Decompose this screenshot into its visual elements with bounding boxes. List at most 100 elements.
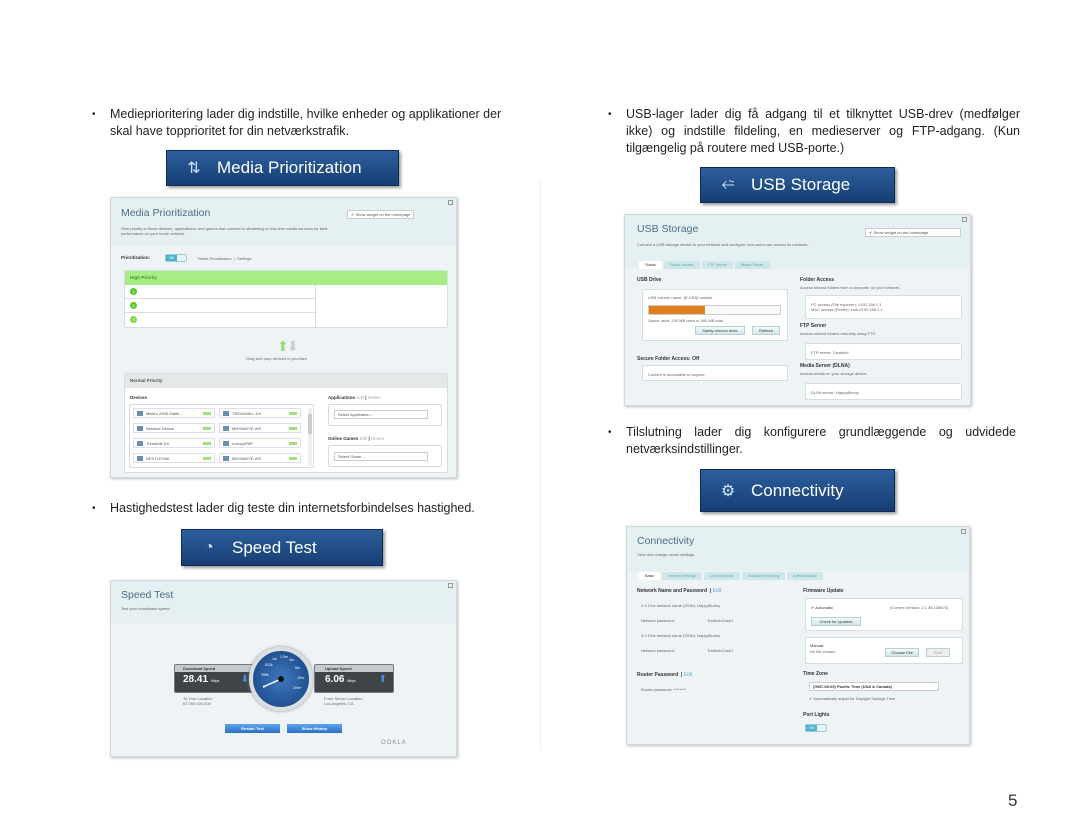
firmware-box: ✔ Automatic (Current Version: 2.1.38.138… (805, 598, 963, 631)
speed-test-banner: ◔ Speed Test (181, 529, 383, 566)
time-zone-select[interactable]: (GMT-08:00) Pacific Time (USA & Canada) (809, 682, 939, 691)
upload-panel: Upload Speed 6.06 Mbps ⬆ (314, 664, 394, 693)
svg-text:1m: 1m (272, 657, 277, 661)
reset-prioritization-link[interactable]: Reset Prioritization | Settings (198, 256, 252, 261)
restart-test-button[interactable]: Restart Test (225, 724, 280, 733)
bullet: • (92, 109, 96, 120)
banner-title: Speed Test (232, 537, 317, 557)
connectivity-tabs: Basic Internet Settings Local Network Ad… (639, 572, 824, 580)
banner-title: Media Prioritization (217, 158, 362, 177)
tab-media-server[interactable]: Media Server (734, 261, 770, 269)
bullet-media-prioritization: • Medieprioritering lader dig indstille,… (92, 106, 505, 140)
tab-folder-access[interactable]: Folder Access (663, 261, 700, 269)
tab-internet-settings[interactable]: Internet Settings (662, 572, 702, 580)
device-item[interactable]: Mikki's 2008 Galile... (133, 408, 215, 418)
ssid-row: 5.0 GHz network name (SSID): HappyBunny (641, 633, 721, 638)
router-password-heading: Router Password | Edit (637, 672, 693, 678)
svg-text:20m+: 20m+ (293, 686, 302, 690)
upload-note: From Server Location: Los Angeles, CA (324, 696, 364, 706)
secure-folder-heading: Secure Folder Access: Off (637, 356, 700, 362)
panel-title: Speed Test (121, 589, 174, 601)
show-widget-checkbox[interactable]: ✔ Show widget on the homepage (865, 228, 961, 237)
speed-gauge: 0 256k 512k 1m 1.5m 3m 5m 10m 20m+ (249, 647, 313, 711)
edit-link[interactable]: Edit (713, 588, 722, 594)
select-application[interactable]: Select Application... (334, 410, 428, 419)
tab-ftp-server[interactable]: FTP Server (701, 261, 733, 269)
close-icon[interactable] (961, 529, 966, 534)
paragraph-text: USB-lager lader dig få adgang til et til… (626, 107, 1020, 155)
tab-status[interactable]: Status (639, 261, 662, 269)
tab-basic[interactable]: Basic (639, 572, 661, 580)
column-divider (540, 180, 541, 750)
usb-storage-screenshot: USB Storage ✔ Show widget on the homepag… (624, 214, 971, 406)
bullet: • (92, 503, 96, 514)
show-widget-checkbox[interactable]: ✔ Show widget on the homepage (347, 210, 415, 219)
media-server-heading: Media Server (DLNA) (800, 363, 850, 369)
svg-text:0: 0 (263, 685, 265, 689)
svg-text:1.5m: 1.5m (280, 655, 288, 659)
time-zone-heading: Time Zone (803, 671, 828, 677)
upload-arrow-icon: ⬆ (378, 674, 387, 685)
download-note: To Your Location 67.000.000.000 (183, 696, 213, 706)
device-item[interactable]: NEXTLEXA6 (133, 453, 215, 463)
select-game[interactable]: Select Game... (334, 452, 428, 461)
usb-usage-bar (648, 305, 781, 315)
svg-text:256k: 256k (261, 673, 269, 677)
close-icon[interactable] (962, 217, 967, 222)
settings-link[interactable]: Settings (237, 256, 251, 261)
svg-text:5m: 5m (295, 666, 300, 670)
devices-label: Devices (130, 395, 148, 400)
edit-link[interactable]: Edit (684, 672, 693, 678)
edit-link[interactable]: Edit (360, 436, 368, 441)
safely-remove-button[interactable]: Safely remove drive (695, 326, 745, 335)
panel-title: Media Prioritization (121, 207, 211, 219)
priority-slot[interactable]: 3 (125, 313, 315, 327)
refresh-button[interactable]: Refresh (752, 326, 780, 335)
bullet-connectivity: • Tilslutning lader dig konfigurere grun… (608, 424, 1016, 458)
normal-priority-header: Normal Priority (125, 374, 447, 388)
priority-slot[interactable]: 2 (125, 299, 315, 313)
edit-link[interactable]: Edit (356, 395, 364, 400)
priority-slot[interactable]: 1 (125, 285, 315, 299)
download-value: 28.41 (183, 674, 209, 685)
panel-title: Connectivity (637, 535, 695, 547)
usb-icon: ⭉ (721, 176, 735, 193)
subtitle: View and change router settings. (637, 552, 696, 557)
high-priority-header: High Priority (125, 271, 447, 285)
usb-storage-banner: ⭉ USB Storage (700, 167, 895, 203)
check-updates-button[interactable]: Check for Updates (811, 617, 861, 626)
checkbox-label: Show widget on the homepage (355, 212, 411, 217)
device-item[interactable]: MIKSAWYE-WS (219, 423, 301, 433)
svg-text:512k: 512k (265, 663, 273, 667)
device-item[interactable]: Treadmill-DX (133, 438, 215, 448)
device-list-scrollbar[interactable] (308, 408, 312, 466)
drag-hint: Drag and drop devices to prioritize (246, 356, 307, 361)
banner-title: Connectivity (751, 480, 844, 500)
media-prioritization-screenshot: Media Prioritization ✔ Show widget on th… (110, 197, 457, 478)
start-button[interactable]: Start (926, 648, 950, 657)
paragraph-text: Tilslutning lader dig konfigurere grundl… (626, 425, 1016, 456)
choose-file-button[interactable]: Choose File (885, 648, 919, 657)
automatic-checkbox[interactable]: ✔ Automatic (811, 605, 833, 610)
tab-administration[interactable]: Administration (787, 572, 824, 580)
device-item[interactable]: Network Device (133, 423, 215, 433)
delete-link[interactable]: Delete (371, 436, 384, 441)
delete-link[interactable]: Delete (368, 395, 381, 400)
device-item[interactable]: LinksysPAP (219, 438, 301, 448)
ookla-logo: OOKLA (381, 740, 407, 746)
tab-advanced-routing[interactable]: Advanced Routing (742, 572, 786, 580)
close-icon[interactable] (448, 583, 453, 588)
show-history-button[interactable]: Show History (287, 724, 342, 733)
tab-local-network[interactable]: Local Network (703, 572, 741, 580)
port-lights-toggle[interactable]: ON (805, 724, 827, 732)
device-item[interactable]: TREADMILL-DX (219, 408, 301, 418)
device-item[interactable]: MIKSAWYE-WS (219, 453, 301, 463)
prioritization-label: Prioritization: (121, 255, 150, 260)
usb-drive-box: USB volume name: (E-USB) sardisk Space u… (642, 289, 788, 341)
dst-checkbox[interactable]: ✔ Automatically adjust for Daylight Savi… (809, 696, 895, 701)
bullet: • (608, 109, 612, 120)
connectivity-banner: ⚙ Connectivity (700, 469, 895, 512)
close-icon[interactable] (448, 200, 453, 205)
description: Give priority to these devices, applicat… (121, 226, 328, 236)
prioritization-toggle[interactable]: ON (165, 254, 187, 262)
